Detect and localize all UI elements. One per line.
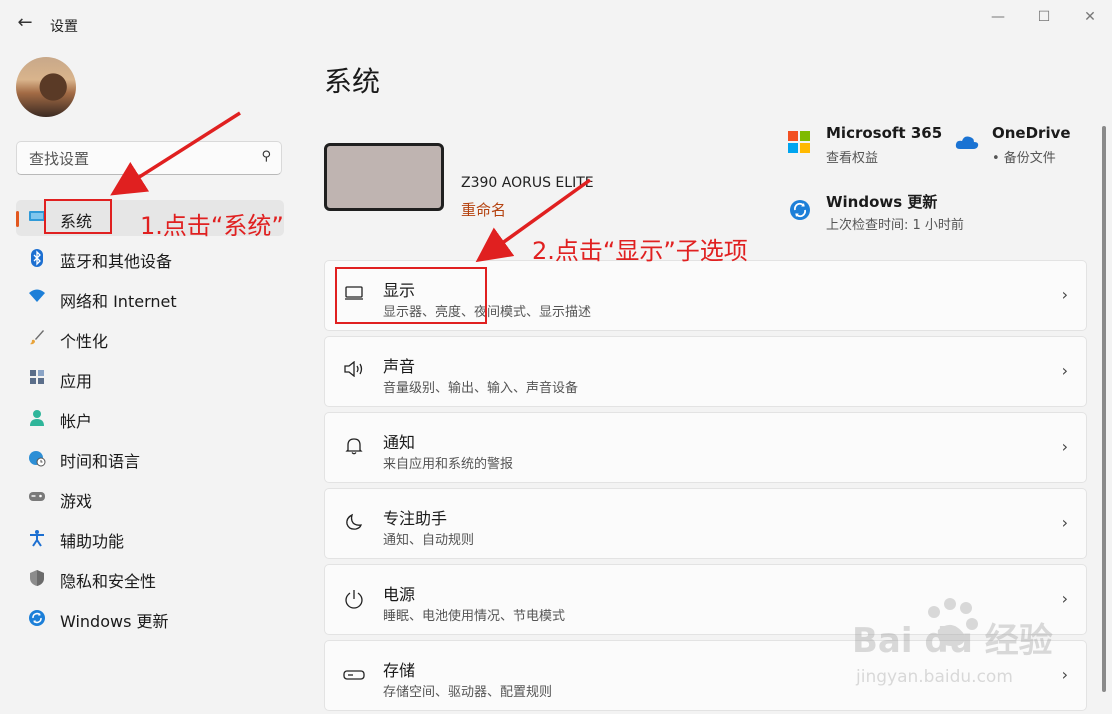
arrow-to-system [110, 111, 241, 196]
annotation-arrows [110, 111, 592, 263]
arrow-to-display [475, 178, 592, 263]
